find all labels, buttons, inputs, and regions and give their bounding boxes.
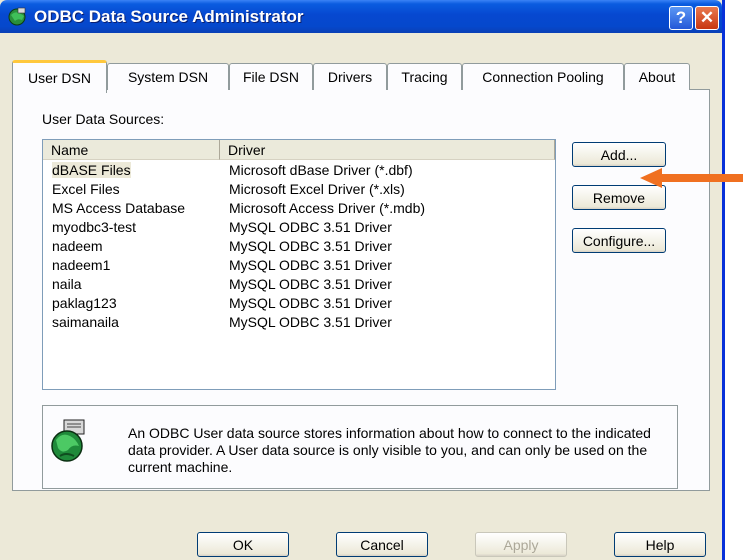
list-item[interactable]: naila MySQL ODBC 3.51 Driver bbox=[43, 276, 553, 294]
dsn-name: Excel Files bbox=[52, 181, 120, 197]
dsn-name: naila bbox=[52, 276, 82, 292]
dsn-name: dBASE Files bbox=[52, 162, 131, 178]
orange-arrow-annotation bbox=[640, 168, 743, 188]
dsn-driver: MySQL ODBC 3.51 Driver bbox=[229, 276, 392, 292]
dsn-driver: MySQL ODBC 3.51 Driver bbox=[229, 219, 392, 235]
tab-user-dsn[interactable]: User DSN bbox=[12, 60, 107, 93]
tab-file-dsn[interactable]: File DSN bbox=[229, 63, 313, 90]
cancel-button[interactable]: Cancel bbox=[336, 532, 428, 557]
dsn-driver: MySQL ODBC 3.51 Driver bbox=[229, 238, 392, 254]
close-button[interactable]: ✕ bbox=[695, 6, 719, 30]
list-item[interactable]: paklag123 MySQL ODBC 3.51 Driver bbox=[43, 295, 553, 313]
window-title: ODBC Data Source Administrator bbox=[34, 7, 304, 26]
dsn-name: nadeem bbox=[52, 238, 103, 254]
odbc-globe-icon bbox=[51, 419, 85, 462]
dsn-name: MS Access Database bbox=[52, 200, 186, 216]
odbc-app-icon bbox=[8, 7, 26, 26]
column-header-driver[interactable]: Driver bbox=[220, 140, 555, 160]
help-button[interactable]: Help bbox=[614, 532, 706, 557]
title-bar[interactable]: ODBC Data Source Administrator ? ✕ bbox=[0, 0, 722, 33]
tab-drivers[interactable]: Drivers bbox=[313, 63, 387, 90]
dsn-driver: MySQL ODBC 3.51 Driver bbox=[229, 257, 392, 273]
dsn-driver: Microsoft Access Driver (*.mdb) bbox=[229, 200, 426, 216]
list-item[interactable]: nadeem1 MySQL ODBC 3.51 Driver bbox=[43, 257, 553, 275]
list-item[interactable]: saimanaila MySQL ODBC 3.51 Driver bbox=[43, 314, 553, 332]
info-text: An ODBC User data source stores informat… bbox=[128, 425, 651, 475]
list-item[interactable]: dBASE Files Microsoft dBase Driver (*.db… bbox=[43, 162, 553, 180]
dialog-window: ODBC Data Source Administrator ? ✕ User … bbox=[0, 0, 725, 560]
list-item[interactable]: Excel Files Microsoft Excel Driver (*.xl… bbox=[43, 181, 553, 199]
dsn-name: saimanaila bbox=[52, 314, 119, 330]
dsn-name: paklag123 bbox=[52, 295, 117, 311]
list-item[interactable]: myodbc3-test MySQL ODBC 3.51 Driver bbox=[43, 219, 553, 237]
help-title-button[interactable]: ? bbox=[669, 6, 693, 30]
list-item[interactable]: MS Access Database Microsoft Access Driv… bbox=[43, 200, 553, 218]
remove-button[interactable]: Remove bbox=[572, 185, 666, 210]
dsn-name: nadeem1 bbox=[52, 257, 111, 273]
user-data-sources-label: User Data Sources: bbox=[42, 111, 165, 127]
tab-about[interactable]: About bbox=[624, 63, 690, 90]
tab-system-dsn[interactable]: System DSN bbox=[107, 63, 229, 90]
ok-button[interactable]: OK bbox=[197, 532, 289, 557]
dsn-driver: MySQL ODBC 3.51 Driver bbox=[229, 314, 392, 330]
tab-tracing[interactable]: Tracing bbox=[387, 63, 462, 90]
add-button[interactable]: Add... bbox=[572, 142, 666, 167]
configure-button[interactable]: Configure... bbox=[572, 228, 666, 253]
data-sources-list[interactable]: Name Driver dBASE Files Microsoft dBase … bbox=[42, 139, 556, 390]
dsn-name: myodbc3-test bbox=[52, 219, 137, 235]
column-header-name[interactable]: Name bbox=[43, 140, 220, 160]
list-item[interactable]: nadeem MySQL ODBC 3.51 Driver bbox=[43, 238, 553, 256]
dsn-driver: Microsoft dBase Driver (*.dbf) bbox=[229, 162, 413, 178]
dsn-driver: MySQL ODBC 3.51 Driver bbox=[229, 295, 392, 311]
tab-connection-pooling[interactable]: Connection Pooling bbox=[462, 63, 624, 90]
dsn-driver: Microsoft Excel Driver (*.xls) bbox=[229, 181, 405, 197]
apply-button[interactable]: Apply bbox=[475, 532, 567, 557]
